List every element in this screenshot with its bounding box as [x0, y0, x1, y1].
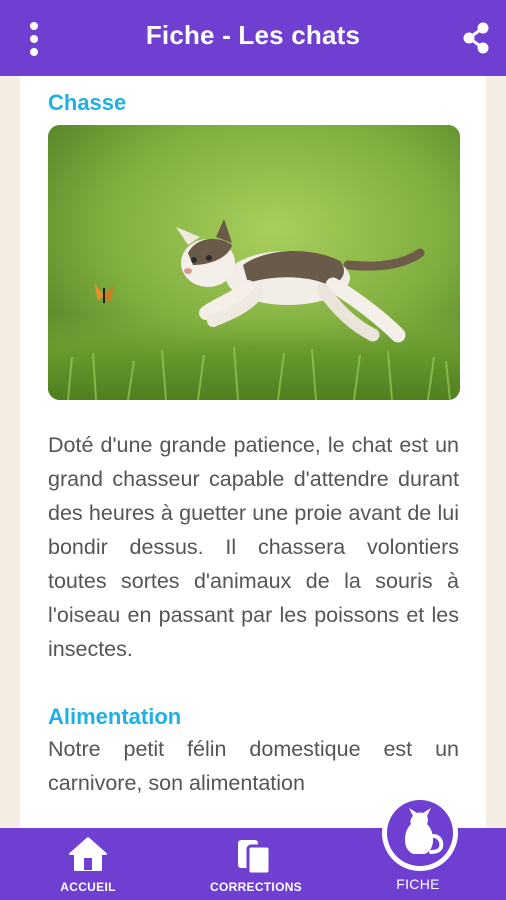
- scroll-content: Chasse Doté d'une grande patience, le ch…: [20, 76, 486, 800]
- nav-accueil[interactable]: ACCUEIL: [38, 828, 138, 900]
- documents-icon: [238, 840, 272, 876]
- nav-label-corrections: CORRECTIONS: [210, 880, 302, 894]
- share-icon[interactable]: [456, 18, 496, 58]
- section-text-alimentation: Notre petit félin domestique est un carn…: [48, 737, 459, 795]
- app-bar: Fiche - Les chats: [0, 0, 506, 76]
- cat-icon: [405, 808, 444, 854]
- home-icon: [69, 837, 107, 871]
- kitten-chasing-butterfly-photo: [48, 125, 460, 400]
- nav-label-accueil: ACCUEIL: [60, 880, 116, 894]
- fiche-fab-button[interactable]: [382, 795, 458, 871]
- nav-corrections[interactable]: CORRECTIONS: [196, 828, 316, 900]
- content-sheet[interactable]: Chasse Doté d'une grande patience, le ch…: [20, 76, 486, 836]
- section-title-alimentation: Alimentation: [48, 704, 182, 729]
- section-title-chasse: Chasse: [48, 90, 127, 115]
- page-title: Fiche - Les chats: [145, 20, 361, 50]
- nav-label-fiche: FICHE: [396, 876, 440, 892]
- section-text-chasse: Doté d'une grande patience, le chat est …: [48, 433, 459, 661]
